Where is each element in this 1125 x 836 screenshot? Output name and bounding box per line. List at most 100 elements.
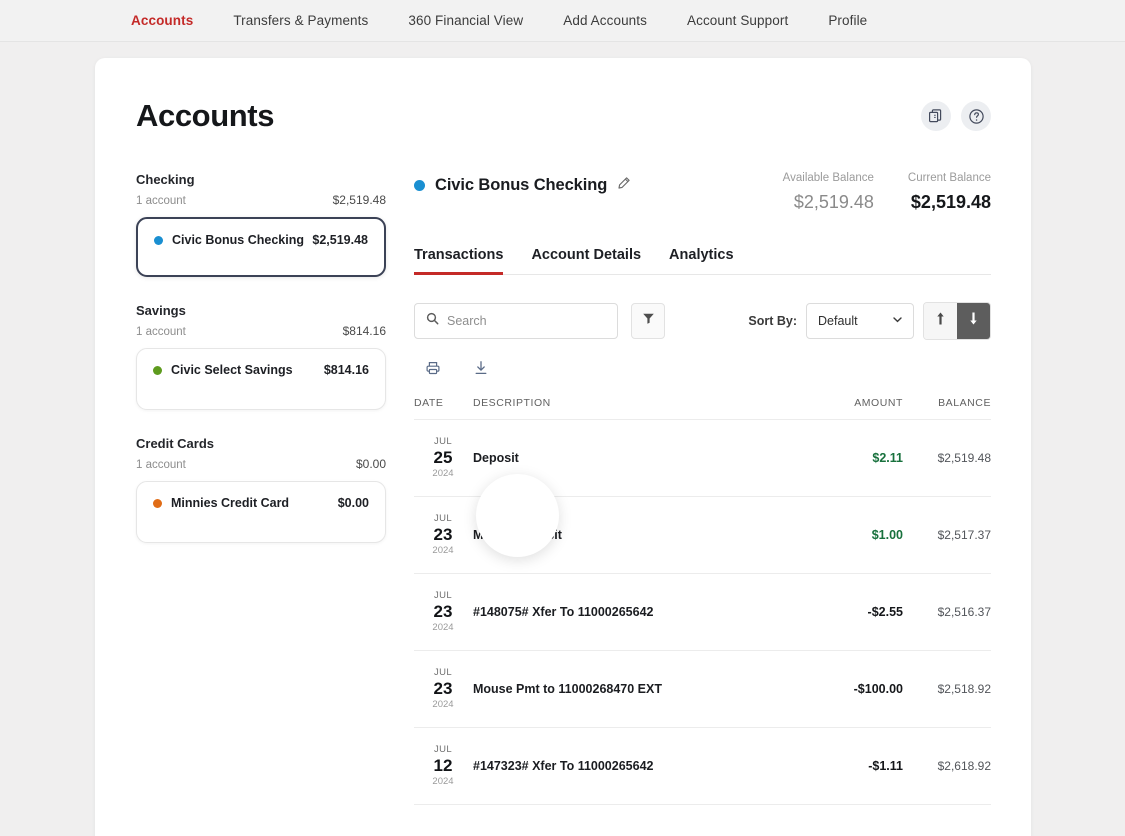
sort-ascending-button[interactable] (924, 303, 957, 339)
nav-item-360-financial-view[interactable]: 360 Financial View (408, 13, 543, 28)
transaction-amount: -$1.11 (868, 759, 903, 773)
transaction-day: 23 (433, 525, 453, 545)
page-title: Accounts (136, 98, 275, 133)
column-header-description: DESCRIPTION (473, 397, 551, 409)
filter-button[interactable] (631, 303, 665, 339)
account-detail-pane: Civic Bonus Checking Available Balance $… (414, 172, 991, 836)
transaction-balance: $2,517.37 (937, 528, 991, 542)
arrow-up-icon (934, 311, 947, 331)
sort-by-label: Sort By: (748, 314, 797, 328)
group-title-credit-cards: Credit Cards (136, 436, 215, 451)
card-body: Checking 1 account $2,519.48 Civic Bonus… (95, 134, 1031, 836)
sort-controls: Sort By: Default (748, 302, 991, 340)
sidebar-account-minnies-credit-card[interactable]: Minnies Credit Card $0.00 (136, 481, 386, 543)
transaction-date: JUL 23 2024 (414, 589, 472, 633)
available-balance-value: $2,519.48 (793, 192, 874, 212)
nav-item-add-accounts[interactable]: Add Accounts (563, 13, 667, 28)
transaction-year: 2024 (432, 775, 454, 787)
transactions-toolbar: Sort By: Default (414, 302, 991, 340)
table-row[interactable]: JUL 12 2024 #147323# Xfer To 11000265642… (414, 728, 991, 805)
column-header-amount: AMOUNT (854, 397, 903, 409)
current-balance-value: $2,519.48 (910, 192, 991, 212)
transaction-amount: -$2.55 (867, 605, 903, 619)
account-color-dot (154, 235, 163, 245)
tab-analytics[interactable]: Analytics (669, 247, 733, 275)
transaction-date: JUL 23 2024 (414, 512, 472, 556)
sidebar-account-balance: $0.00 (337, 496, 369, 510)
current-balance-label: Current Balance (907, 172, 991, 184)
tab-account-details[interactable]: Account Details (531, 247, 641, 275)
group-total-savings: $814.16 (342, 324, 386, 338)
edit-account-nickname-button[interactable] (617, 176, 631, 195)
print-icon (425, 360, 441, 381)
detail-account-name: Civic Bonus Checking (435, 176, 608, 194)
transaction-balance: $2,618.92 (937, 759, 991, 773)
transaction-day: 23 (433, 679, 453, 699)
transaction-balance: $2,516.37 (937, 605, 991, 619)
print-button[interactable] (425, 360, 441, 381)
statements-button[interactable] (921, 101, 951, 131)
help-icon (968, 108, 985, 125)
table-row[interactable]: JUL (414, 805, 991, 836)
transaction-day: 23 (433, 602, 453, 622)
column-header-date: DATE (414, 397, 444, 409)
arrow-down-icon (967, 311, 980, 331)
transaction-description: Mouse Pmt to 11000268470 EXT (473, 682, 662, 696)
transaction-date: JUL 25 2024 (414, 435, 472, 479)
group-total-credit-cards: $0.00 (355, 457, 386, 471)
group-count-checking: 1 account (136, 195, 186, 207)
sort-by-select[interactable]: Default (806, 303, 914, 339)
download-button[interactable] (473, 360, 489, 381)
tab-transactions[interactable]: Transactions (414, 247, 504, 275)
group-count-savings: 1 account (136, 326, 186, 338)
chevron-down-icon (891, 313, 904, 329)
nav-item-account-support[interactable]: Account Support (687, 13, 808, 28)
account-group-credit-cards: Credit Cards 1 account $0.00 Minnies Cre… (136, 436, 386, 543)
sort-descending-button[interactable] (957, 303, 990, 339)
search-box[interactable] (414, 303, 618, 339)
sidebar-account-name: Minnies Credit Card (171, 496, 290, 510)
sidebar-account-name: Civic Bonus Checking (172, 233, 304, 247)
transaction-description: #147323# Xfer To 11000265642 (473, 759, 654, 773)
sidebar-account-civic-bonus-checking[interactable]: Civic Bonus Checking $2,519.48 (136, 217, 386, 277)
account-group-savings: Savings 1 account $814.16 Civic Select S… (136, 303, 386, 410)
detail-header: Civic Bonus Checking Available Balance $… (414, 172, 991, 213)
account-color-dot (153, 498, 162, 508)
current-balance-block: Current Balance $2,519.48 (908, 172, 991, 213)
transaction-year: 2024 (432, 467, 454, 479)
transaction-description: Deposit (473, 451, 519, 465)
account-color-dot (153, 365, 162, 375)
top-navigation: Accounts Transfers & Payments 360 Financ… (0, 0, 1125, 42)
search-input[interactable] (447, 314, 606, 328)
column-header-balance: BALANCE (938, 397, 991, 409)
download-icon (473, 360, 489, 381)
transaction-month: JUL (433, 512, 453, 524)
available-balance-block: Available Balance $2,519.48 (783, 172, 874, 213)
table-row[interactable]: JUL 25 2024 Deposit $2.11 $2,519.48 (414, 420, 991, 497)
transaction-year: 2024 (432, 698, 454, 710)
transaction-month: JUL (433, 743, 453, 755)
sidebar-account-balance: $2,519.48 (312, 233, 368, 247)
table-row[interactable]: JUL 23 2024 Mobile Deposit $1.00 $2,517.… (414, 497, 991, 574)
group-meta-savings: 1 account $814.16 (136, 324, 386, 338)
detail-tabs: Transactions Account Details Analytics (414, 247, 991, 275)
transaction-year: 2024 (432, 544, 454, 556)
transaction-balance: $2,518.92 (937, 682, 991, 696)
header-actions (921, 101, 991, 131)
sidebar-account-civic-select-savings[interactable]: Civic Select Savings $814.16 (136, 348, 386, 410)
table-row[interactable]: JUL 23 2024 #148075# Xfer To 11000265642… (414, 574, 991, 651)
pencil-icon (617, 176, 631, 195)
transaction-month: JUL (433, 589, 453, 601)
table-row[interactable]: JUL 23 2024 Mouse Pmt to 11000268470 EXT… (414, 651, 991, 728)
page-body: Accounts Checking 1 account $2,519.48 Ci… (0, 42, 1125, 836)
nav-item-transfers-payments[interactable]: Transfers & Payments (233, 13, 388, 28)
group-title-checking: Checking (136, 172, 195, 187)
account-sidebar: Checking 1 account $2,519.48 Civic Bonus… (136, 172, 386, 836)
transaction-month: JUL (433, 666, 453, 678)
help-button[interactable] (961, 101, 991, 131)
nav-item-profile[interactable]: Profile (828, 13, 867, 28)
transaction-amount: $1.00 (871, 528, 903, 542)
transaction-month: JUL (433, 435, 453, 447)
accounts-card: Accounts Checking 1 account $2,519.48 Ci… (95, 58, 1031, 836)
nav-item-accounts[interactable]: Accounts (131, 13, 213, 28)
